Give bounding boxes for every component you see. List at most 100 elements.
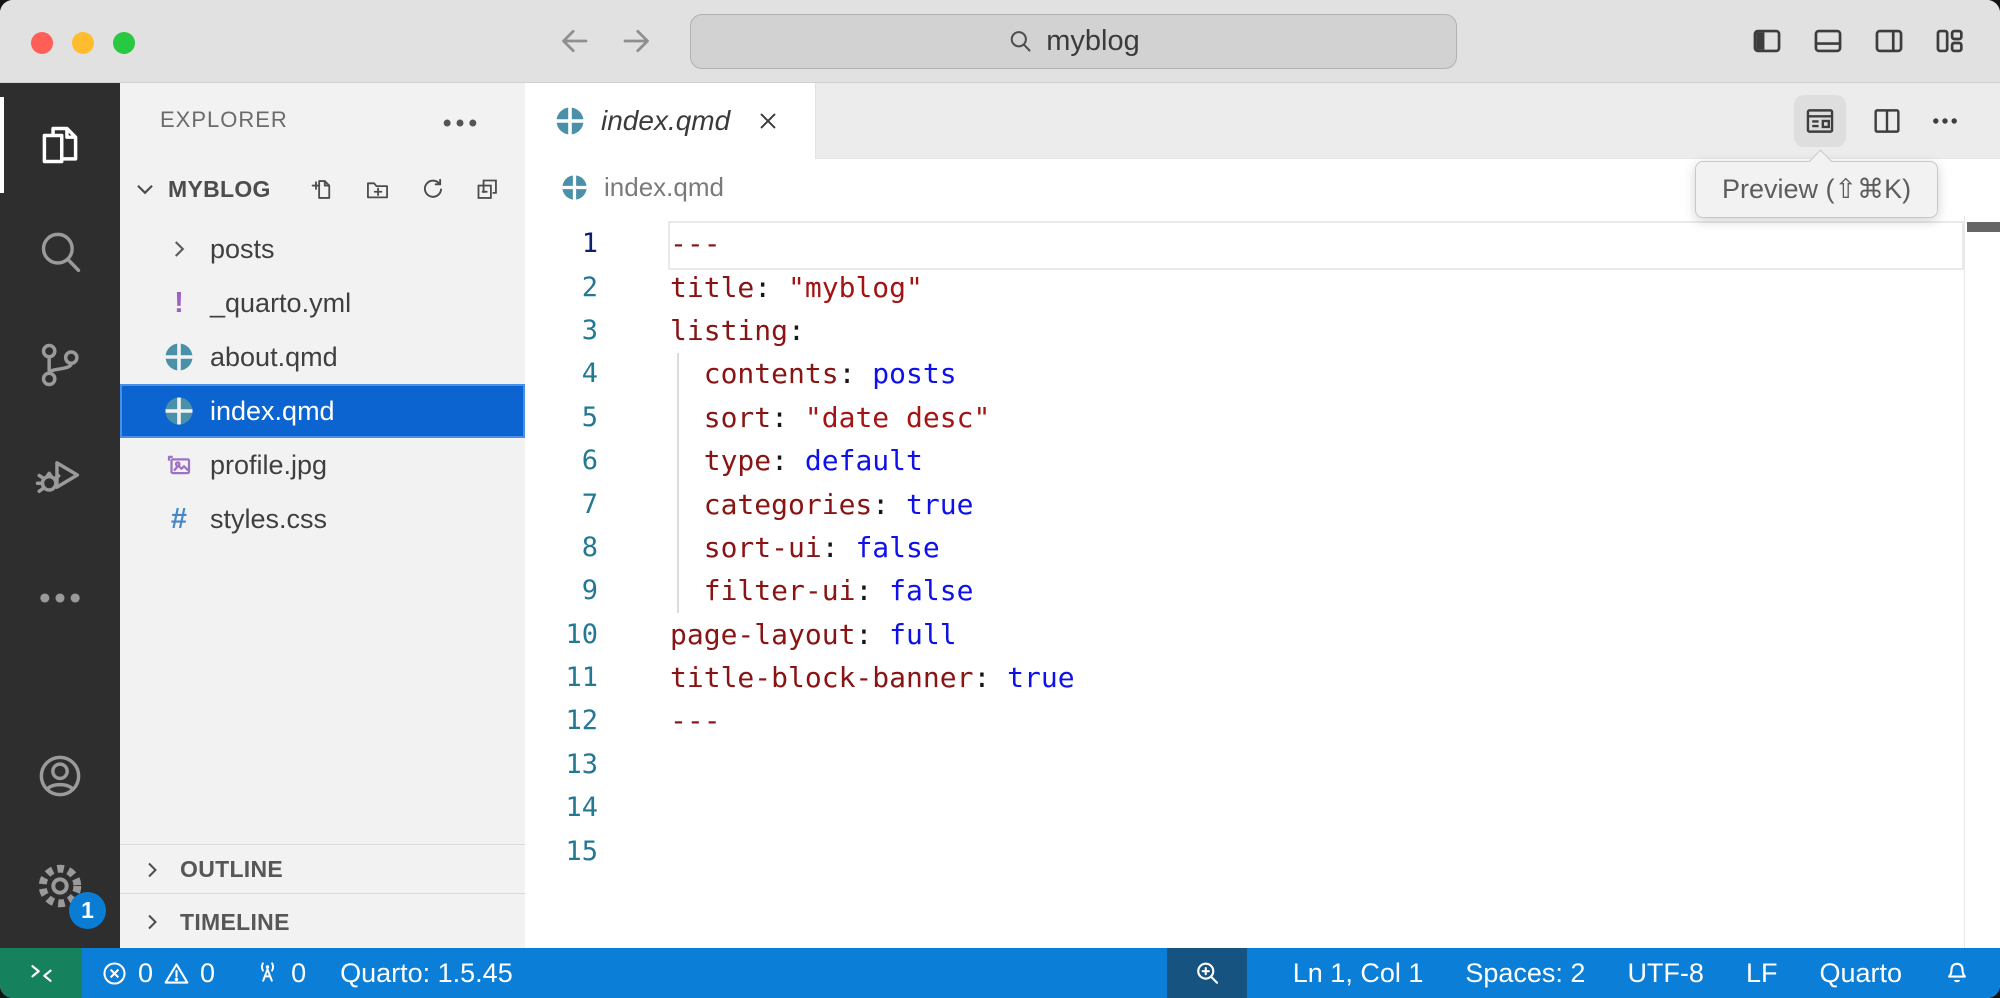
file-label: posts [210,234,275,265]
zoom-window-button[interactable] [113,32,135,54]
line-number: 5 [525,402,598,433]
workbench: 1 EXPLORER MYBLOG [0,83,2000,948]
error-count: 0 [138,958,153,989]
line-number: 8 [525,532,598,563]
refresh-icon[interactable] [419,176,446,203]
encoding-status[interactable]: UTF-8 [1627,958,1704,989]
toggle-secondary-sidebar-icon[interactable] [1872,24,1906,58]
code-editor[interactable]: 1---2title: "myblog"3listing:4 contents:… [525,216,2000,948]
code-line-12[interactable]: 12--- [525,699,2000,742]
quarto-file-icon [555,106,585,136]
code-line-2[interactable]: 2title: "myblog" [525,265,2000,308]
cursor-position-status[interactable]: Ln 1, Col 1 [1293,958,1424,989]
notifications-bell-icon[interactable] [1942,958,1972,988]
search-icon [34,227,86,279]
tree-item-index-qmd[interactable]: index.qmd [120,384,525,438]
code-line-6[interactable]: 6 type: default [525,439,2000,482]
minimize-window-button[interactable] [72,32,94,54]
more-actions-icon[interactable] [1928,104,1962,138]
activity-bar: 1 [0,83,120,948]
split-editor-icon[interactable] [1870,104,1904,138]
code-line-9[interactable]: 9 filter-ui: false [525,569,2000,612]
preview-tooltip: Preview (⇧⌘K) [1695,161,1938,218]
code-line-14[interactable]: 14 [525,786,2000,829]
code-line-3[interactable]: 3listing: [525,309,2000,352]
close-window-button[interactable] [31,32,53,54]
new-file-icon[interactable] [309,176,336,203]
files-icon [34,119,86,171]
account-icon [34,750,86,802]
code-line-10[interactable]: 10page-layout: full [525,613,2000,656]
quarto-icon [162,394,196,428]
quarto-version-status[interactable]: Quarto: 1.5.45 [340,958,513,989]
line-content: title-block-banner: true [598,661,1075,694]
problems-status[interactable]: 0 0 [100,958,215,989]
code-line-15[interactable]: 15 [525,829,2000,872]
preview-button[interactable] [1794,95,1846,147]
code-line-5[interactable]: 5 sort: "date desc" [525,396,2000,439]
file-label: profile.jpg [210,450,327,481]
sidebar-section-outline[interactable]: OUTLINE [120,844,525,894]
collapse-all-icon[interactable] [474,176,501,203]
close-icon[interactable] [754,107,782,135]
code-line-1[interactable]: 1--- [525,222,2000,265]
toggle-panel-icon[interactable] [1811,24,1845,58]
command-center-search[interactable]: myblog [690,14,1457,69]
sidebar-section-timeline[interactable]: TIMELINE [120,893,525,950]
tooltip-text: Preview (⇧⌘K) [1722,174,1911,205]
quarto-icon [162,340,196,374]
activitybar-search[interactable] [0,199,120,307]
project-name: MYBLOG [168,176,271,203]
line-number: 11 [525,662,598,693]
code-line-11[interactable]: 11title-block-banner: true [525,656,2000,699]
sidebar-more-actions-icon[interactable] [438,101,482,131]
source-control-icon [34,339,86,391]
back-arrow-icon[interactable] [556,23,592,59]
line-number: 12 [525,705,598,736]
tree-item--quarto-yml[interactable]: !_quarto.yml [120,276,525,330]
tree-item-styles-css[interactable]: #styles.css [120,492,525,546]
tab-index-qmd[interactable]: index.qmd [525,83,816,159]
eol-status[interactable]: LF [1746,958,1778,989]
activitybar-run-debug[interactable] [0,421,120,529]
activitybar-more-views[interactable] [0,544,120,652]
tree-item-about-qmd[interactable]: about.qmd [120,330,525,384]
new-folder-icon[interactable] [364,176,391,203]
code-line-8[interactable]: 8 sort-ui: false [525,526,2000,569]
ports-status[interactable]: 0 [253,958,306,989]
vscode-window: myblog [0,0,2000,998]
ports-count: 0 [291,958,306,989]
customize-layout-icon[interactable] [1933,24,1967,58]
chevron-right-icon [140,858,164,882]
code-lines: 1---2title: "myblog"3listing:4 contents:… [525,222,2000,873]
forward-arrow-icon[interactable] [619,23,655,59]
line-content: sort: "date desc" [598,401,990,434]
line-content: type: default [598,444,923,477]
indentation-status[interactable]: Spaces: 2 [1465,958,1585,989]
titlebar: myblog [0,0,2000,83]
project-root-row[interactable]: MYBLOG [120,167,525,211]
language-mode-status[interactable]: Quarto [1819,958,1902,989]
line-content: page-layout: full [598,618,957,651]
file-label: index.qmd [210,396,335,427]
error-icon [100,959,129,988]
toggle-primary-sidebar-icon[interactable] [1750,24,1784,58]
breadcrumb-item: index.qmd [604,172,724,203]
tree-item-posts[interactable]: posts [120,222,525,276]
activitybar-source-control[interactable] [0,311,120,419]
line-number: 15 [525,836,598,867]
chevron-right-icon [140,910,164,934]
code-line-4[interactable]: 4 contents: posts [525,352,2000,395]
radio-tower-icon [253,959,282,988]
status-bar: 0 0 0 Quarto: 1.5.45 Ln 1, Col 1 Spaces:… [0,948,2000,998]
line-content: categories: true [598,488,973,521]
tree-item-profile-jpg[interactable]: profile.jpg [120,438,525,492]
zoom-status-button[interactable] [1167,948,1247,998]
remote-indicator[interactable] [0,948,82,998]
activitybar-explorer[interactable] [0,91,120,199]
code-line-13[interactable]: 13 [525,743,2000,786]
line-content: contents: posts [598,357,957,390]
activitybar-settings[interactable] [0,832,120,940]
activitybar-accounts[interactable] [0,722,120,830]
code-line-7[interactable]: 7 categories: true [525,482,2000,525]
